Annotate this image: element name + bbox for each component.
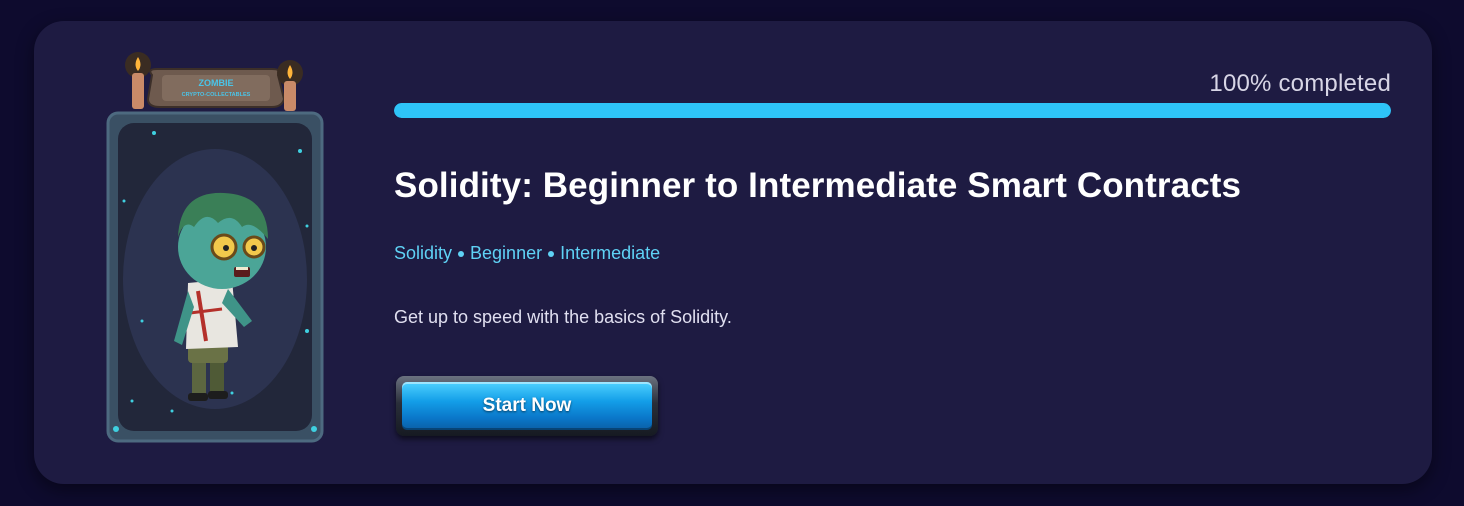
tag-beginner[interactable]: Beginner <box>470 243 542 264</box>
start-now-button[interactable]: Start Now <box>396 376 658 436</box>
zombie-card-illustration: ZOMBIE CRYPTO-COLLECTABLES <box>102 51 342 461</box>
progress-bar-fill <box>394 103 1391 118</box>
course-description: Get up to speed with the basics of Solid… <box>394 307 732 327</box>
card-badge-subtitle: CRYPTO-COLLECTABLES <box>182 92 251 98</box>
course-tags: Solidity Beginner Intermediate <box>394 243 660 264</box>
tag-intermediate[interactable]: Intermediate <box>560 243 660 264</box>
tag-separator-dot <box>458 250 465 257</box>
tag-solidity[interactable]: Solidity <box>394 243 452 264</box>
card-badge-title: ZOMBIE <box>199 78 234 88</box>
progress-label: 100% completed <box>1209 70 1391 97</box>
progress-bar <box>394 103 1391 118</box>
course-title: Solidity: Beginner to Intermediate Smart… <box>394 166 1242 205</box>
tag-separator-dot <box>548 250 555 257</box>
course-card: ZOMBIE CRYPTO-COLLECTABLES 100% complete… <box>34 21 1432 484</box>
start-now-label: Start Now <box>482 395 572 416</box>
